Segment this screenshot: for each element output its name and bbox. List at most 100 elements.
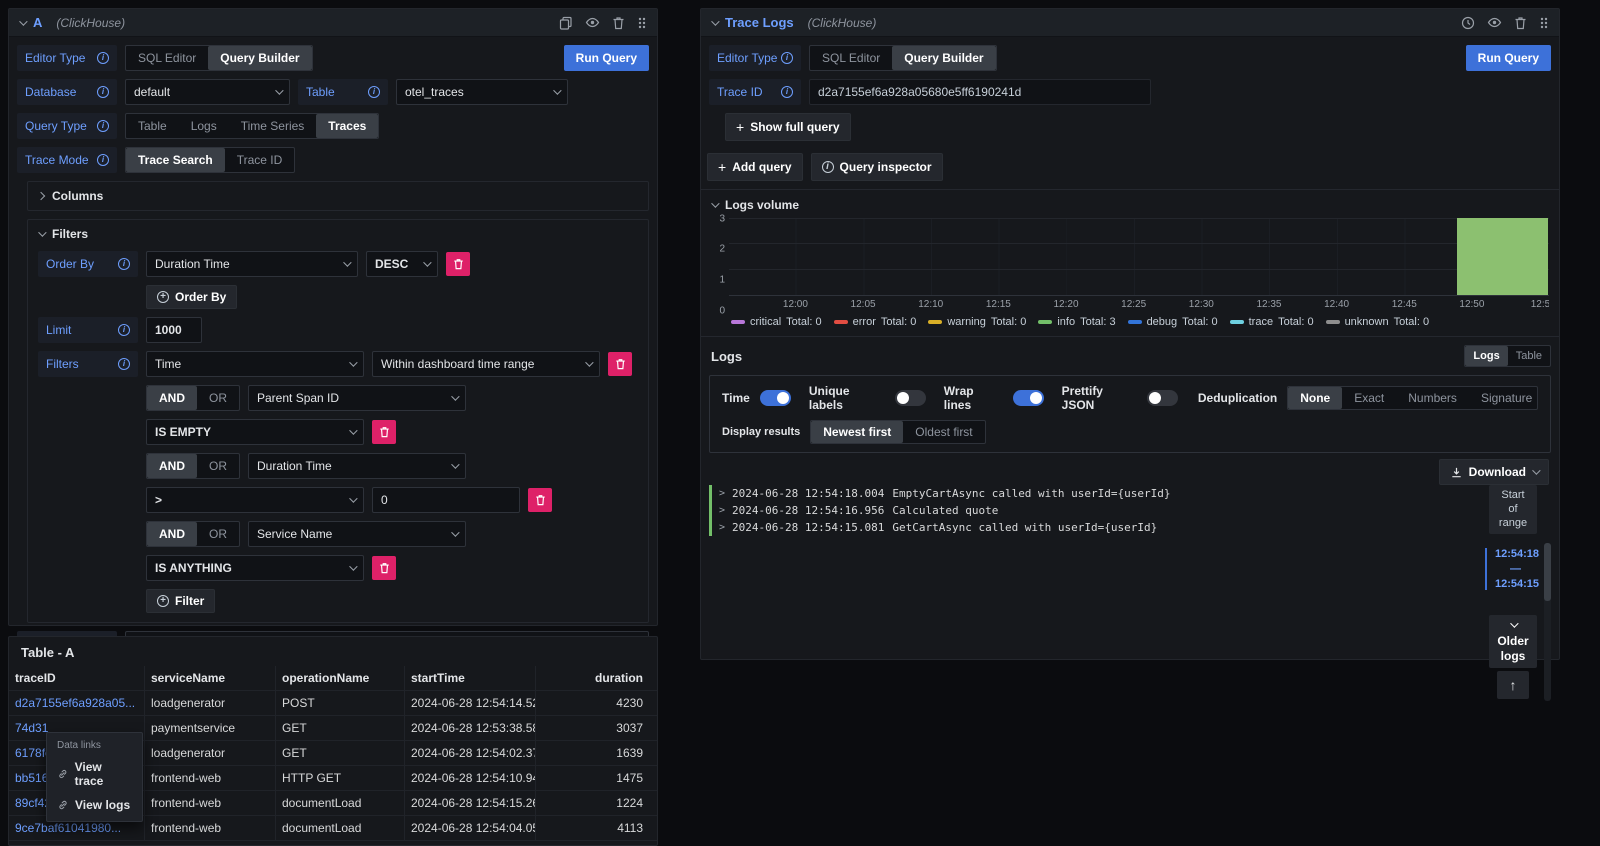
info-icon[interactable]: i — [97, 86, 109, 98]
collapse-chevron-icon[interactable] — [19, 17, 27, 25]
trace-id-input[interactable]: d2a7155ef6a928a05680e5ff6190241d — [809, 79, 1151, 105]
newest-first-option[interactable]: Newest first — [811, 421, 903, 443]
col-header-duration[interactable]: duration — [536, 666, 657, 690]
log-range-timeline[interactable]: 12:54:18 — 12:54:15 — [1485, 548, 1539, 590]
database-select[interactable]: default — [125, 79, 290, 105]
view-logs-menu-item[interactable]: View logs — [47, 793, 142, 817]
query-row-header[interactable]: A (ClickHouse) — [9, 9, 657, 37]
eye-icon[interactable] — [1487, 15, 1502, 30]
col-header-servicename[interactable]: serviceName — [145, 666, 276, 690]
table-select[interactable]: otel_traces — [396, 79, 568, 105]
chevron-right-icon[interactable]: > — [719, 505, 725, 516]
dedup-signature[interactable]: Signature — [1469, 387, 1538, 409]
log-row[interactable]: > 2024-06-28 12:54:16.956 Calculated quo… — [709, 502, 1431, 519]
collapse-chevron-icon[interactable] — [711, 17, 719, 25]
dedup-exact[interactable]: Exact — [1342, 387, 1396, 409]
history-icon[interactable] — [1461, 16, 1475, 30]
query-inspector-button[interactable]: i Query inspector — [811, 153, 943, 181]
chevron-right-icon[interactable]: > — [719, 522, 725, 533]
query-type-logs[interactable]: Logs — [179, 114, 229, 138]
unique-labels-toggle[interactable] — [895, 390, 926, 406]
remove-condition-button[interactable] — [372, 420, 396, 444]
query-type-time-series[interactable]: Time Series — [229, 114, 317, 138]
condition-field-select[interactable]: Service Name — [248, 521, 466, 547]
add-filter-button[interactable]: + Filter — [146, 589, 215, 613]
filters-section-header[interactable]: Filters — [38, 227, 638, 241]
plot-area[interactable] — [729, 218, 1549, 296]
download-button[interactable]: Download — [1439, 459, 1549, 485]
editor-type-sql-editor[interactable]: SQL Editor — [810, 46, 892, 70]
legend-item-warning[interactable]: warningTotal: 0 — [928, 316, 1026, 328]
limit-input[interactable]: 1000 — [146, 317, 202, 343]
info-icon[interactable]: i — [368, 86, 380, 98]
log-row[interactable]: > 2024-06-28 12:54:18.004 EmptyCartAsync… — [709, 485, 1431, 502]
query-row-header[interactable]: Trace Logs (ClickHouse) — [701, 9, 1559, 37]
filter-field-select[interactable]: Time — [146, 351, 364, 377]
condition-field-select[interactable]: Parent Span ID — [248, 385, 466, 411]
log-row[interactable]: > 2024-06-28 12:54:15.081 GetCartAsync c… — [709, 519, 1431, 536]
connector-and[interactable]: AND — [147, 454, 197, 478]
legend-item-trace[interactable]: traceTotal: 0 — [1230, 316, 1314, 328]
editor-type-query-builder[interactable]: Query Builder — [208, 46, 311, 70]
info-logs-bar[interactable] — [1457, 218, 1548, 295]
wrap-lines-toggle[interactable] — [1013, 390, 1044, 406]
query-type-traces[interactable]: Traces — [316, 114, 378, 138]
oldest-first-option[interactable]: Oldest first — [903, 421, 984, 443]
info-icon[interactable]: i — [97, 52, 109, 64]
legend-item-unknown[interactable]: unknownTotal: 0 — [1326, 316, 1430, 328]
order-by-field-select[interactable]: Duration Time — [146, 251, 358, 277]
show-full-query-button[interactable]: + Show full query — [725, 113, 851, 141]
remove-order-by-button[interactable] — [446, 252, 470, 276]
info-icon[interactable]: i — [781, 52, 793, 64]
scroll-to-top-button[interactable]: ↑ — [1497, 671, 1529, 699]
logs-volume-header[interactable]: Logs volume — [711, 198, 1551, 212]
condition-operator-select[interactable]: > — [146, 487, 364, 513]
remove-condition-button[interactable] — [528, 488, 552, 512]
columns-section[interactable]: Columns — [27, 181, 649, 211]
order-by-direction-select[interactable]: DESC — [366, 251, 438, 277]
eye-icon[interactable] — [585, 15, 600, 30]
col-header-traceid[interactable]: traceID — [9, 666, 145, 690]
legend-item-info[interactable]: infoTotal: 3 — [1038, 316, 1115, 328]
dedup-numbers[interactable]: Numbers — [1396, 387, 1469, 409]
legend-item-debug[interactable]: debugTotal: 0 — [1128, 316, 1218, 328]
info-icon[interactable]: i — [97, 154, 109, 166]
copy-icon[interactable] — [559, 16, 573, 30]
prettify-json-toggle[interactable] — [1147, 390, 1178, 406]
view-trace-menu-item[interactable]: View trace — [47, 755, 142, 793]
editor-type-sql-editor[interactable]: SQL Editor — [126, 46, 208, 70]
remove-condition-button[interactable] — [372, 556, 396, 580]
trace-id-link[interactable]: d2a7155ef6a928a05... — [9, 691, 145, 715]
info-icon[interactable]: i — [118, 324, 130, 336]
connector-or[interactable]: OR — [197, 522, 239, 546]
trace-mode-trace-search[interactable]: Trace Search — [126, 148, 225, 172]
condition-operator-select[interactable]: IS ANYTHING — [146, 555, 364, 581]
remove-filter-button[interactable] — [608, 352, 632, 376]
connector-and[interactable]: AND — [147, 386, 197, 410]
query-type-table[interactable]: Table — [126, 114, 179, 138]
info-icon[interactable]: i — [118, 258, 130, 270]
scrollbar-thumb[interactable] — [1544, 543, 1551, 601]
run-query-button[interactable]: Run Query — [1466, 45, 1551, 71]
filter-operator-select[interactable]: Within dashboard time range — [372, 351, 600, 377]
time-toggle[interactable] — [760, 390, 791, 406]
connector-or[interactable]: OR — [197, 454, 239, 478]
chevron-right-icon[interactable]: > — [719, 488, 725, 499]
drag-handle-icon[interactable] — [1539, 16, 1549, 30]
drag-handle-icon[interactable] — [637, 16, 647, 30]
run-query-button[interactable]: Run Query — [564, 45, 649, 71]
info-icon[interactable]: i — [97, 120, 109, 132]
info-icon[interactable]: i — [781, 86, 793, 98]
legend-item-critical[interactable]: criticalTotal: 0 — [731, 316, 822, 328]
view-table-option[interactable]: Table — [1508, 346, 1550, 366]
dedup-none[interactable]: None — [1288, 387, 1342, 409]
condition-field-select[interactable]: Duration Time — [248, 453, 466, 479]
condition-operator-select[interactable]: IS EMPTY — [146, 419, 364, 445]
trash-icon[interactable] — [1514, 16, 1527, 30]
col-header-operationname[interactable]: operationName — [276, 666, 405, 690]
editor-type-query-builder[interactable]: Query Builder — [892, 46, 995, 70]
connector-and[interactable]: AND — [147, 522, 197, 546]
older-logs-button[interactable]: Older logs — [1489, 615, 1537, 668]
col-header-starttime[interactable]: startTime — [405, 666, 536, 690]
logs-scrollbar[interactable] — [1544, 543, 1551, 701]
